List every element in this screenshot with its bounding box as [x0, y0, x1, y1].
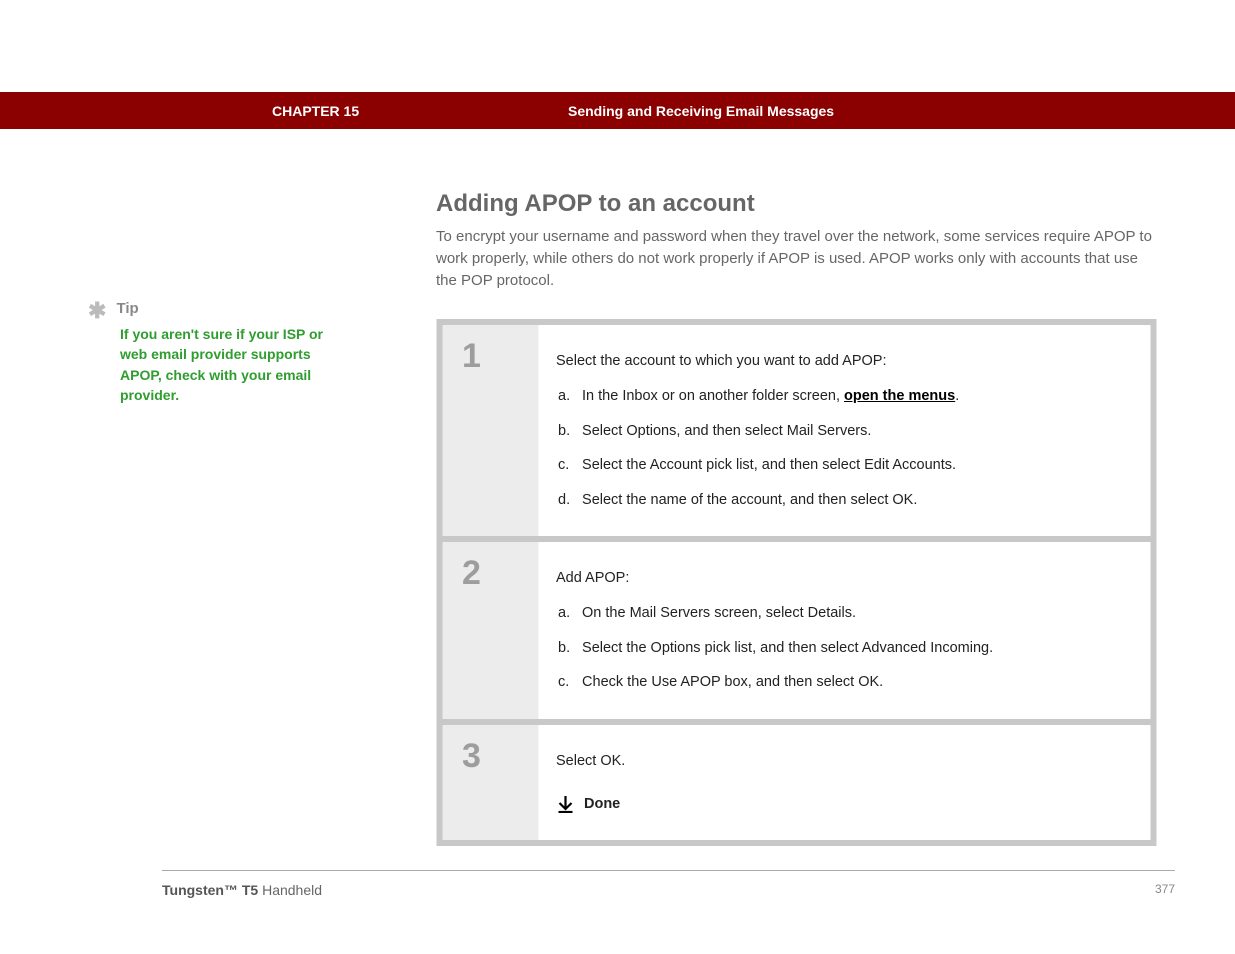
tip-sidebar: ✱ Tip If you aren't sure if your ISP or … — [88, 300, 358, 405]
sub-suffix: . — [955, 388, 959, 404]
section-title: Adding APOP to an account — [436, 190, 1156, 218]
page-number: 377 — [1155, 882, 1175, 898]
sub-text: Check the Use APOP box, and then select … — [582, 674, 883, 690]
sub-letter: a. — [558, 384, 578, 409]
sub-step: a. On the Mail Servers screen, select De… — [558, 601, 1124, 626]
section-body: To encrypt your username and password wh… — [436, 226, 1156, 291]
page-footer: Tungsten™ T5 Handheld 377 — [162, 882, 1175, 898]
chapter-label: CHAPTER 15 — [272, 103, 568, 119]
done-arrow-icon — [556, 795, 574, 813]
chapter-title: Sending and Receiving Email Messages — [568, 103, 1125, 119]
step-intro: Select the account to which you want to … — [556, 349, 1124, 374]
sub-letter: b. — [558, 419, 578, 444]
sub-text: Select Options, and then select Mail Ser… — [582, 423, 871, 439]
step-number: 1 — [462, 339, 538, 373]
step-3: 3 Select OK. Done — [442, 725, 1150, 840]
sub-step: c. Check the Use APOP box, and then sele… — [558, 670, 1124, 695]
step-2: 2 Add APOP: a. On the Mail Servers scree… — [442, 542, 1150, 719]
sub-step: b. Select Options, and then select Mail … — [558, 419, 1124, 444]
open-menus-link[interactable]: open the menus — [844, 388, 955, 404]
chapter-bar: CHAPTER 15 Sending and Receiving Email M… — [0, 92, 1235, 129]
step-number: 3 — [462, 739, 538, 773]
sub-step: c. Select the Account pick list, and the… — [558, 453, 1124, 478]
sub-step: b. Select the Options pick list, and the… — [558, 636, 1124, 661]
product-name: Tungsten™ T5 Handheld — [162, 882, 322, 898]
step-number: 2 — [462, 556, 538, 590]
sub-text: Select the name of the account, and then… — [582, 492, 917, 508]
step-intro: Add APOP: — [556, 566, 1124, 591]
sub-text: Select the Options pick list, and then s… — [582, 640, 993, 656]
sub-letter: d. — [558, 488, 578, 513]
done-label: Done — [584, 792, 620, 817]
sub-text: Select the Account pick list, and then s… — [582, 457, 956, 473]
sub-step: a. In the Inbox or on another folder scr… — [558, 384, 1124, 409]
sub-letter: b. — [558, 636, 578, 661]
step-intro: Select OK. — [556, 749, 1124, 774]
done-row: Done — [556, 792, 1124, 817]
asterisk-icon: ✱ — [88, 300, 106, 322]
footer-divider — [162, 870, 1175, 871]
tip-label: Tip — [116, 300, 138, 317]
step-1: 1 Select the account to which you want t… — [442, 325, 1150, 536]
tip-body: If you aren't sure if your ISP or web em… — [120, 324, 330, 405]
sub-step: d. Select the name of the account, and t… — [558, 488, 1124, 513]
sub-letter: a. — [558, 601, 578, 626]
sub-text: On the Mail Servers screen, select Detai… — [582, 605, 856, 621]
steps-frame: 1 Select the account to which you want t… — [436, 319, 1156, 846]
sub-text: In the Inbox or on another folder screen… — [582, 388, 844, 404]
sub-letter: c. — [558, 453, 578, 478]
sub-letter: c. — [558, 670, 578, 695]
